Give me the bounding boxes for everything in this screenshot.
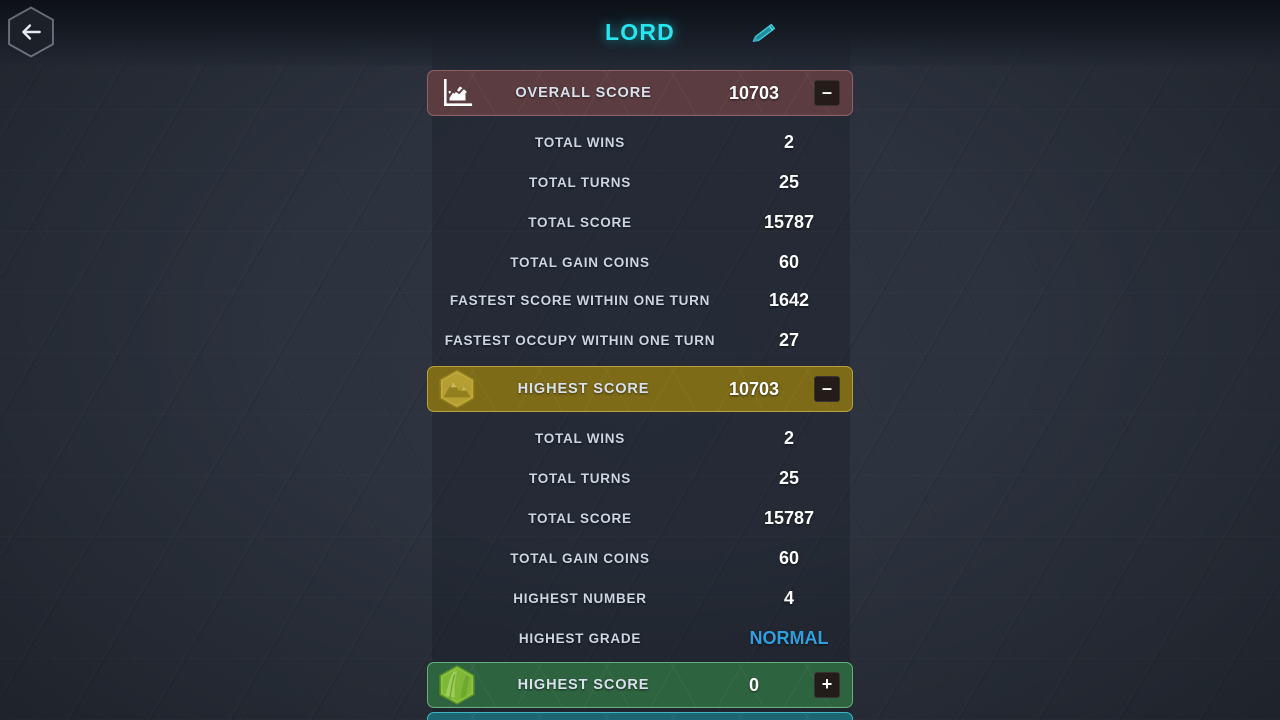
category-value: 10703 [728, 82, 780, 103]
stat-label: TOTAL WINS [535, 134, 625, 150]
category-value: 0 [748, 674, 759, 695]
page-title: LORD [605, 19, 675, 45]
stat-value: 60 [778, 251, 800, 272]
table-row: TOTAL SCORE 15787 [432, 504, 850, 532]
stat-value: 15787 [763, 507, 815, 528]
stat-label: TOTAL SCORE [528, 214, 632, 230]
category-label: HIGHEST SCORE [517, 381, 650, 397]
stat-label: TOTAL TURNS [529, 470, 631, 486]
stat-label: TOTAL GAIN COINS [510, 254, 650, 270]
stat-value: 27 [778, 329, 800, 350]
pencil-icon[interactable] [748, 19, 778, 49]
stat-label: HIGHEST NUMBER [513, 590, 647, 606]
stat-label: FASTEST SCORE WITHIN ONE TURN [449, 292, 711, 308]
category-header-highest-score-green[interactable]: HIGHEST SCORE 0 + [427, 662, 853, 708]
stat-value: 25 [778, 467, 800, 488]
collapse-toggle-button[interactable]: – [814, 376, 840, 402]
table-row: FASTEST SCORE WITHIN ONE TURN 1642 [432, 281, 850, 319]
table-row: TOTAL WINS 2 [432, 424, 850, 452]
stat-label: TOTAL TURNS [529, 174, 631, 190]
stat-label: HIGHEST GRADE [518, 630, 642, 646]
stat-value: 15787 [763, 211, 815, 232]
stat-value: 2 [783, 427, 794, 448]
category-value: 10703 [728, 378, 780, 399]
category-header-overall-score[interactable]: OVERALL SCORE 10703 – [427, 70, 853, 116]
collapse-toggle-button[interactable]: – [814, 80, 840, 106]
table-row: HIGHEST GRADE NORMAL [432, 624, 850, 652]
stat-value: 60 [778, 547, 800, 568]
category-header-next[interactable] [427, 712, 853, 720]
category-label: HIGHEST SCORE [517, 677, 650, 693]
stats-scroll-area[interactable]: OVERALL SCORE 10703 – TOTAL WINS 2 TOTAL… [0, 66, 1280, 720]
stat-value: NORMAL [749, 627, 829, 648]
stat-label: TOTAL SCORE [528, 510, 632, 526]
table-row: FASTEST OCCUPY WITHIN ONE TURN 27 [432, 321, 850, 359]
category-label: OVERALL SCORE [515, 85, 652, 101]
stat-value: 2 [783, 131, 794, 152]
stat-value: 4 [783, 587, 794, 608]
table-row: HIGHEST NUMBER 4 [432, 584, 850, 612]
category-header-highest-score-gold[interactable]: HIGHEST SCORE 10703 – [427, 366, 853, 412]
stat-label: TOTAL WINS [535, 430, 625, 446]
stat-label: TOTAL GAIN COINS [510, 550, 650, 566]
stat-label: FASTEST OCCUPY WITHIN ONE TURN [444, 332, 716, 348]
table-row: TOTAL TURNS 25 [432, 464, 850, 492]
table-row: TOTAL TURNS 25 [432, 168, 850, 196]
table-row: TOTAL GAIN COINS 60 [432, 544, 850, 572]
stat-value: 25 [778, 171, 800, 192]
table-row: TOTAL SCORE 15787 [432, 208, 850, 236]
table-row: TOTAL GAIN COINS 60 [432, 248, 850, 276]
hex-texture [428, 713, 852, 720]
expand-toggle-button[interactable]: + [814, 672, 840, 698]
stat-value: 1642 [768, 289, 810, 310]
table-row: TOTAL WINS 2 [432, 128, 850, 156]
